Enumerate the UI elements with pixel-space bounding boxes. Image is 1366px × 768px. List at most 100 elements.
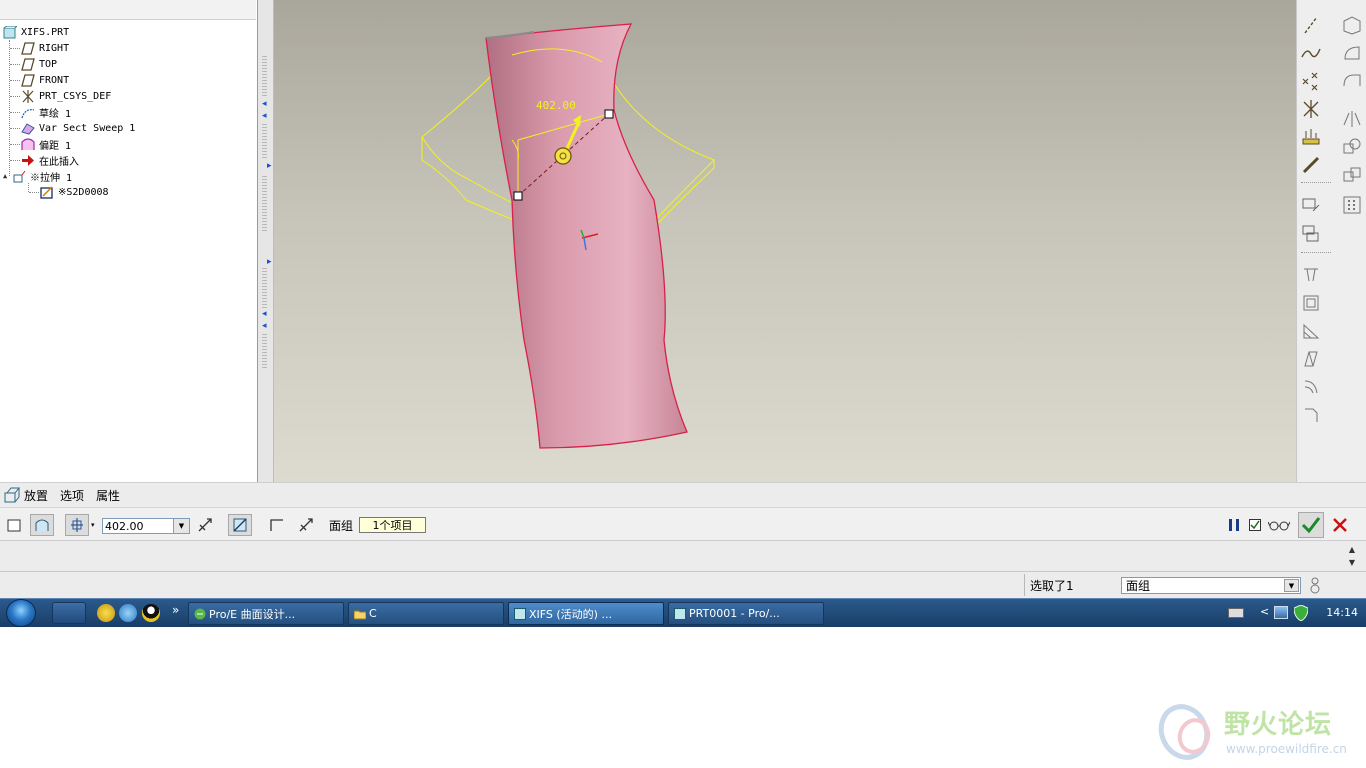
shell-icon[interactable] <box>1300 292 1322 314</box>
taskbar-clock[interactable]: 14:14 <box>1326 606 1358 619</box>
tray-expand-icon[interactable]: < <box>1260 605 1269 618</box>
merge-icon[interactable] <box>1341 136 1363 158</box>
tree-node-section-sketch[interactable]: ※S2D0008 <box>40 184 109 200</box>
surface-extrude-button[interactable] <box>30 514 54 536</box>
flip-material-side-button[interactable] <box>294 514 318 536</box>
hole-icon[interactable] <box>1300 264 1322 286</box>
qq-icon[interactable] <box>142 604 160 622</box>
model-tree-panel: XIFS.PRT RIGHT TOP FRONT PRT_CSYS_DEF 草绘… <box>0 0 258 482</box>
tree-node-part[interactable]: XIFS.PRT <box>3 24 69 40</box>
quilt-collector[interactable]: 1个项目 <box>359 517 426 533</box>
security-shield-icon[interactable] <box>1293 604 1309 622</box>
splitter-grip[interactable] <box>262 334 267 370</box>
tab-properties[interactable]: 属性 <box>96 487 120 504</box>
intent-datum-icon[interactable] <box>1300 222 1322 244</box>
mirror-icon[interactable] <box>1341 108 1363 130</box>
remove-material-button[interactable] <box>228 514 252 536</box>
show-desktop-button[interactable] <box>52 602 86 624</box>
coordinate-system-icon[interactable] <box>1300 98 1322 120</box>
splitter-grip[interactable] <box>262 176 267 232</box>
ie-icon[interactable] <box>119 604 137 622</box>
graphics-viewport[interactable]: 402.00 <box>274 0 1296 482</box>
extrude-surface-icon[interactable] <box>1341 14 1363 36</box>
thicken-button[interactable] <box>265 514 289 536</box>
drag-center-handle[interactable] <box>554 147 572 165</box>
tree-node-offset[interactable]: 偏距 1 <box>21 136 71 152</box>
pause-button[interactable] <box>1222 514 1246 536</box>
taskbar-task-proe-forum[interactable]: Pro/E 曲面设计... <box>188 602 344 625</box>
depth-option-button[interactable] <box>65 514 89 536</box>
panel-splitter[interactable]: ◂ ◂ ▸ ▸ ◂ ◂ <box>258 0 274 482</box>
tab-options[interactable]: 选项 <box>60 487 84 504</box>
collapse-arrow-icon[interactable]: ◂ <box>262 100 267 109</box>
verify-glasses-icon[interactable] <box>1266 514 1292 536</box>
datum-point-icon[interactable] <box>1300 70 1322 92</box>
start-button[interactable] <box>6 599 36 627</box>
chamfer-icon[interactable] <box>1300 404 1322 426</box>
tree-node-var-sect-sweep[interactable]: Var Sect Sweep 1 <box>21 120 135 136</box>
depth-dimension-label[interactable]: 402.00 <box>536 99 576 112</box>
model-canvas[interactable]: 402.00 <box>274 0 1296 482</box>
proe-window-icon <box>674 608 686 620</box>
quick-launch-overflow[interactable]: » <box>172 603 179 617</box>
flip-direction-button[interactable] <box>193 514 217 536</box>
round-icon[interactable] <box>1300 376 1322 398</box>
drag-handle-square[interactable] <box>604 109 614 119</box>
smart-filter-icon[interactable] <box>1308 576 1322 594</box>
tree-expand-icon[interactable]: ▲ <box>3 172 9 180</box>
trim-icon[interactable] <box>1341 164 1363 186</box>
apply-button[interactable] <box>1298 512 1324 538</box>
depth-value-combo[interactable]: ▼ <box>102 518 190 534</box>
tree-node-label: TOP <box>39 58 58 70</box>
tree-node-label: ※S2D0008 <box>58 186 109 198</box>
taskbar-task-label: PRT0001 - Pro/... <box>689 607 780 620</box>
expand-arrow-icon[interactable]: ▸ <box>267 162 272 171</box>
expand-arrow-icon[interactable]: ▸ <box>267 258 272 267</box>
taskbar-task-folder-c[interactable]: C <box>348 602 504 625</box>
pattern-icon[interactable] <box>1341 194 1363 216</box>
quick-launch-icon[interactable] <box>97 604 115 622</box>
revolve-icon[interactable] <box>1341 42 1363 64</box>
tree-node-right-plane[interactable]: RIGHT <box>21 40 69 56</box>
splitter-grip[interactable] <box>262 124 267 160</box>
datum-axis-icon[interactable] <box>1300 14 1322 36</box>
tree-node-csys[interactable]: PRT_CSYS_DEF <box>21 88 111 104</box>
message-scrollbar[interactable]: ▲ ▼ <box>1346 543 1358 570</box>
preview-checkbox[interactable] <box>1248 514 1262 536</box>
collapse-arrow-icon[interactable]: ◂ <box>262 322 267 331</box>
keyboard-icon[interactable] <box>1228 608 1244 618</box>
selection-filter[interactable]: 面组 ▼ <box>1121 577 1301 594</box>
datum-link-icon[interactable] <box>1300 154 1322 176</box>
rib-icon[interactable] <box>1300 320 1322 342</box>
depth-option-dropdown-icon[interactable]: ▾ <box>91 521 95 529</box>
tree-node-insert-here[interactable]: 在此插入 <box>21 152 79 168</box>
collapse-arrow-icon[interactable]: ◂ <box>262 310 267 319</box>
windows-taskbar: » Pro/E 曲面设计... C XIFS (活动的) ... PRT0001… <box>0 598 1366 627</box>
taskbar-task-prt0001[interactable]: PRT0001 - Pro/... <box>668 602 824 625</box>
depth-value-input[interactable] <box>103 519 173 533</box>
sketch-tool-icon[interactable] <box>1300 194 1322 216</box>
tree-node-top-plane[interactable]: TOP <box>21 56 57 72</box>
taskbar-task-xifs-active[interactable]: XIFS (活动的) ... <box>508 602 664 625</box>
extrude-feature-icon <box>0 485 24 505</box>
tree-node-sketch[interactable]: 草绘 1 <box>21 104 71 120</box>
offset-quilt-surface[interactable] <box>485 23 688 449</box>
draft-icon[interactable] <box>1300 348 1322 370</box>
wildfire-logo-icon <box>1158 704 1211 760</box>
tab-placement[interactable]: 放置 <box>24 487 48 504</box>
drag-handle-square[interactable] <box>513 191 523 201</box>
datum-curve-icon[interactable] <box>1300 42 1322 64</box>
collapse-arrow-icon[interactable]: ◂ <box>262 112 267 121</box>
network-icon[interactable] <box>1274 606 1288 619</box>
splitter-grip[interactable] <box>262 56 267 96</box>
datum-plane-icon <box>21 41 35 55</box>
chevron-down-icon[interactable]: ▼ <box>1284 579 1299 592</box>
analysis-icon[interactable] <box>1300 126 1322 148</box>
chevron-down-icon[interactable]: ▼ <box>173 519 189 533</box>
cancel-button[interactable] <box>1328 514 1352 536</box>
tree-node-front-plane[interactable]: FRONT <box>21 72 69 88</box>
solid-extrude-button[interactable] <box>2 514 26 536</box>
sweep-tool-icon[interactable] <box>1341 70 1363 92</box>
splitter-grip[interactable] <box>262 268 267 308</box>
tree-node-extrude[interactable]: ▲ ※拉伸 1 <box>3 168 72 184</box>
